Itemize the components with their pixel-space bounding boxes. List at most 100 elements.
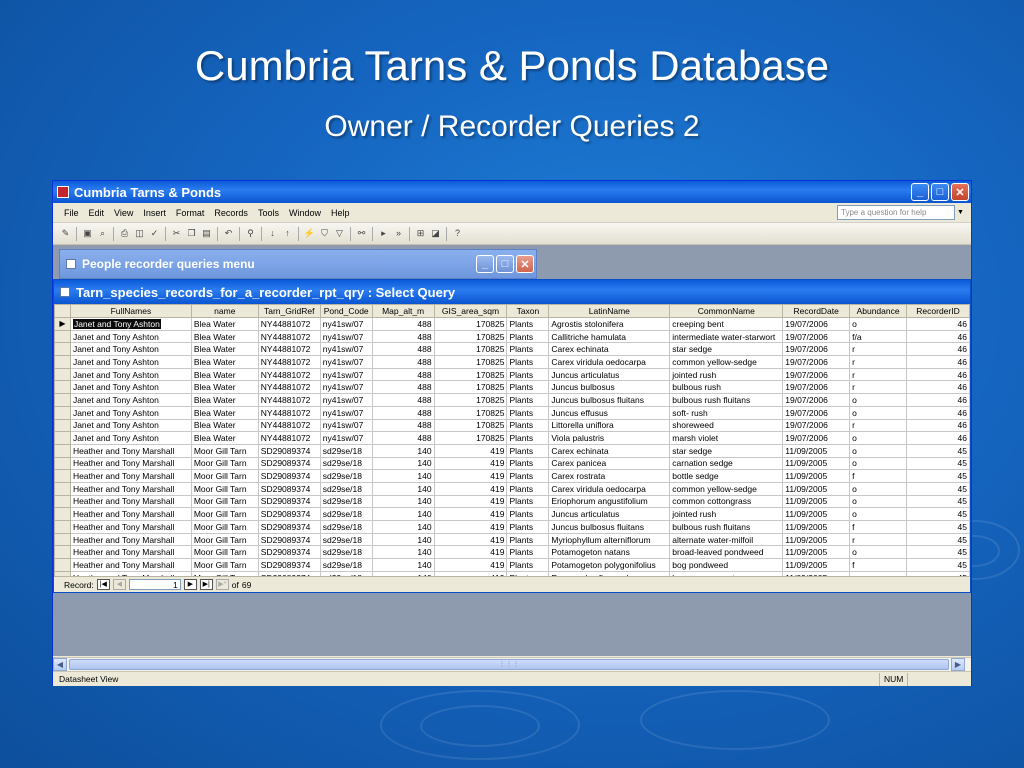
record-selector[interactable] — [54, 367, 71, 382]
table-cell[interactable]: 140 — [372, 469, 435, 483]
new-record-icon[interactable]: ▸ — [377, 227, 390, 240]
table-cell[interactable]: 11/09/2005 — [782, 444, 851, 458]
filter-by-form-icon[interactable]: ⛉ — [318, 227, 331, 240]
table-cell[interactable]: sd29se/18 — [320, 495, 373, 509]
table-cell[interactable]: Plants — [506, 533, 550, 547]
record-selector[interactable] — [54, 456, 71, 471]
table-cell[interactable]: Moor Gill Tarn — [191, 520, 259, 534]
table-cell[interactable]: Juncus bulbosus — [548, 380, 671, 395]
column-header[interactable]: RecordDate — [782, 304, 851, 318]
table-cell[interactable]: NY44881072 — [258, 368, 321, 382]
table-cell[interactable]: Heather and Tony Marshall — [70, 520, 192, 534]
new-object-icon[interactable]: ◪ — [429, 227, 442, 240]
table-cell[interactable]: 140 — [372, 545, 435, 560]
table-cell[interactable]: NY44881072 — [258, 406, 321, 420]
table-cell[interactable]: Janet and Tony Ashton — [70, 419, 192, 433]
table-cell[interactable]: 19/07/2006 — [782, 342, 851, 357]
record-selector[interactable] — [54, 342, 71, 357]
table-cell[interactable]: common yellow-sedge — [669, 482, 784, 496]
column-header[interactable]: Abundance — [849, 304, 908, 318]
table-cell[interactable]: sd29se/18 — [320, 533, 373, 547]
table-cell[interactable]: 419 — [434, 444, 508, 458]
table-cell[interactable]: 45 — [906, 507, 970, 521]
table-row[interactable]: Janet and Tony Ashton Blea Water NY4488107… — [54, 367, 970, 382]
table-cell[interactable]: shoreweed — [669, 419, 784, 433]
table-cell[interactable]: Heather and Tony Marshall — [70, 444, 192, 458]
table-cell[interactable]: o — [849, 393, 908, 407]
table-cell[interactable]: creeping bent — [669, 317, 784, 331]
column-header[interactable]: Map_alt_m — [371, 304, 435, 318]
maximize-button[interactable]: □ — [931, 183, 949, 201]
column-header[interactable]: name — [190, 304, 259, 318]
table-cell[interactable]: broad-leaved pondweed — [669, 545, 784, 560]
table-cell[interactable]: ny41sw/07 — [320, 393, 373, 407]
delete-record-icon[interactable]: » — [392, 227, 405, 240]
table-cell[interactable]: 419 — [434, 533, 508, 547]
table-cell[interactable]: Plants — [506, 444, 550, 458]
table-cell[interactable]: 45 — [906, 495, 970, 509]
record-selector[interactable] — [54, 545, 71, 560]
table-cell[interactable]: o — [849, 457, 908, 471]
table-cell[interactable]: 488 — [372, 406, 435, 420]
table-cell[interactable]: r — [849, 342, 908, 357]
undo-icon[interactable]: ↶ — [222, 227, 235, 240]
select-all-corner[interactable] — [54, 304, 71, 318]
table-cell[interactable]: Janet and Tony Ashton — [70, 317, 192, 331]
minimize-button[interactable]: _ — [476, 255, 494, 273]
table-cell[interactable]: o — [849, 495, 908, 509]
table-cell[interactable]: Blea Water — [191, 355, 259, 369]
table-cell[interactable]: Carex echinata — [548, 342, 671, 357]
table-cell[interactable]: o — [849, 507, 908, 521]
table-cell[interactable]: SD29089374 — [258, 533, 321, 547]
record-selector[interactable] — [54, 494, 71, 509]
table-cell[interactable]: 46 — [906, 368, 970, 382]
menu-records[interactable]: Records — [209, 208, 253, 218]
table-cell[interactable]: r — [849, 368, 908, 382]
table-cell[interactable]: intermediate water-starwort — [669, 330, 784, 344]
table-cell[interactable]: marsh violet — [669, 431, 784, 445]
table-cell[interactable]: Janet and Tony Ashton — [70, 330, 192, 344]
table-cell[interactable]: Myriophyllum alterniflorum — [548, 533, 671, 547]
table-cell[interactable]: 419 — [434, 507, 508, 521]
table-cell[interactable]: 170825 — [434, 330, 508, 344]
table-cell[interactable]: 19/07/2006 — [782, 419, 851, 433]
table-cell[interactable]: Blea Water — [191, 368, 259, 382]
apply-filter-icon[interactable]: ▽ — [333, 227, 346, 240]
table-cell[interactable]: 45 — [906, 545, 970, 560]
table-cell[interactable]: common yellow-sedge — [669, 355, 784, 369]
table-cell[interactable]: 46 — [906, 406, 970, 420]
last-record-button[interactable]: ▶| — [199, 579, 213, 590]
table-row[interactable]: Heather and Tony Marshall Moor Gill TarnS… — [54, 545, 970, 560]
table-cell[interactable]: 488 — [372, 342, 435, 357]
table-row[interactable]: Heather and Tony Marshall Moor Gill TarnS… — [54, 456, 970, 471]
table-cell[interactable]: carnation sedge — [669, 457, 784, 471]
save-icon[interactable]: ▣ — [81, 227, 94, 240]
table-cell[interactable]: 140 — [372, 558, 435, 572]
horizontal-scrollbar[interactable]: ◀ ⋮⋮⋮ ▶ — [53, 657, 971, 671]
table-cell[interactable]: Moor Gill Tarn — [191, 545, 259, 560]
table-cell[interactable]: r — [849, 380, 908, 395]
table-cell[interactable]: 170825 — [434, 393, 508, 407]
table-cell[interactable]: 170825 — [434, 342, 508, 357]
table-cell[interactable]: Blea Water — [191, 330, 259, 344]
table-cell[interactable]: NY44881072 — [258, 380, 321, 395]
table-cell[interactable]: Blea Water — [191, 380, 259, 395]
table-cell[interactable]: NY44881072 — [258, 317, 321, 331]
table-cell[interactable]: Heather and Tony Marshall — [70, 507, 192, 521]
record-selector[interactable] — [54, 380, 71, 395]
table-row[interactable]: Janet and Tony Ashton Blea Water NY4488107… — [54, 393, 970, 407]
record-selector[interactable]: ▶ — [54, 317, 71, 331]
database-window-icon[interactable]: ⊞ — [414, 227, 427, 240]
table-cell[interactable]: 488 — [372, 368, 435, 382]
table-cell[interactable]: 11/09/2005 — [782, 457, 851, 471]
table-cell[interactable]: alternate water-milfoil — [669, 533, 784, 547]
table-cell[interactable]: 170825 — [434, 355, 508, 369]
table-cell[interactable]: sd29se/18 — [320, 507, 373, 521]
table-cell[interactable]: Plants — [506, 482, 550, 496]
table-cell[interactable]: Littorella uniflora — [548, 419, 671, 433]
paste-icon[interactable]: ▤ — [200, 227, 213, 240]
record-selector[interactable] — [54, 520, 71, 534]
table-cell[interactable]: Moor Gill Tarn — [191, 457, 259, 471]
table-cell[interactable]: 19/07/2006 — [782, 317, 851, 331]
table-row[interactable]: Janet and Tony Ashton Blea Water NY4488107… — [54, 342, 970, 357]
